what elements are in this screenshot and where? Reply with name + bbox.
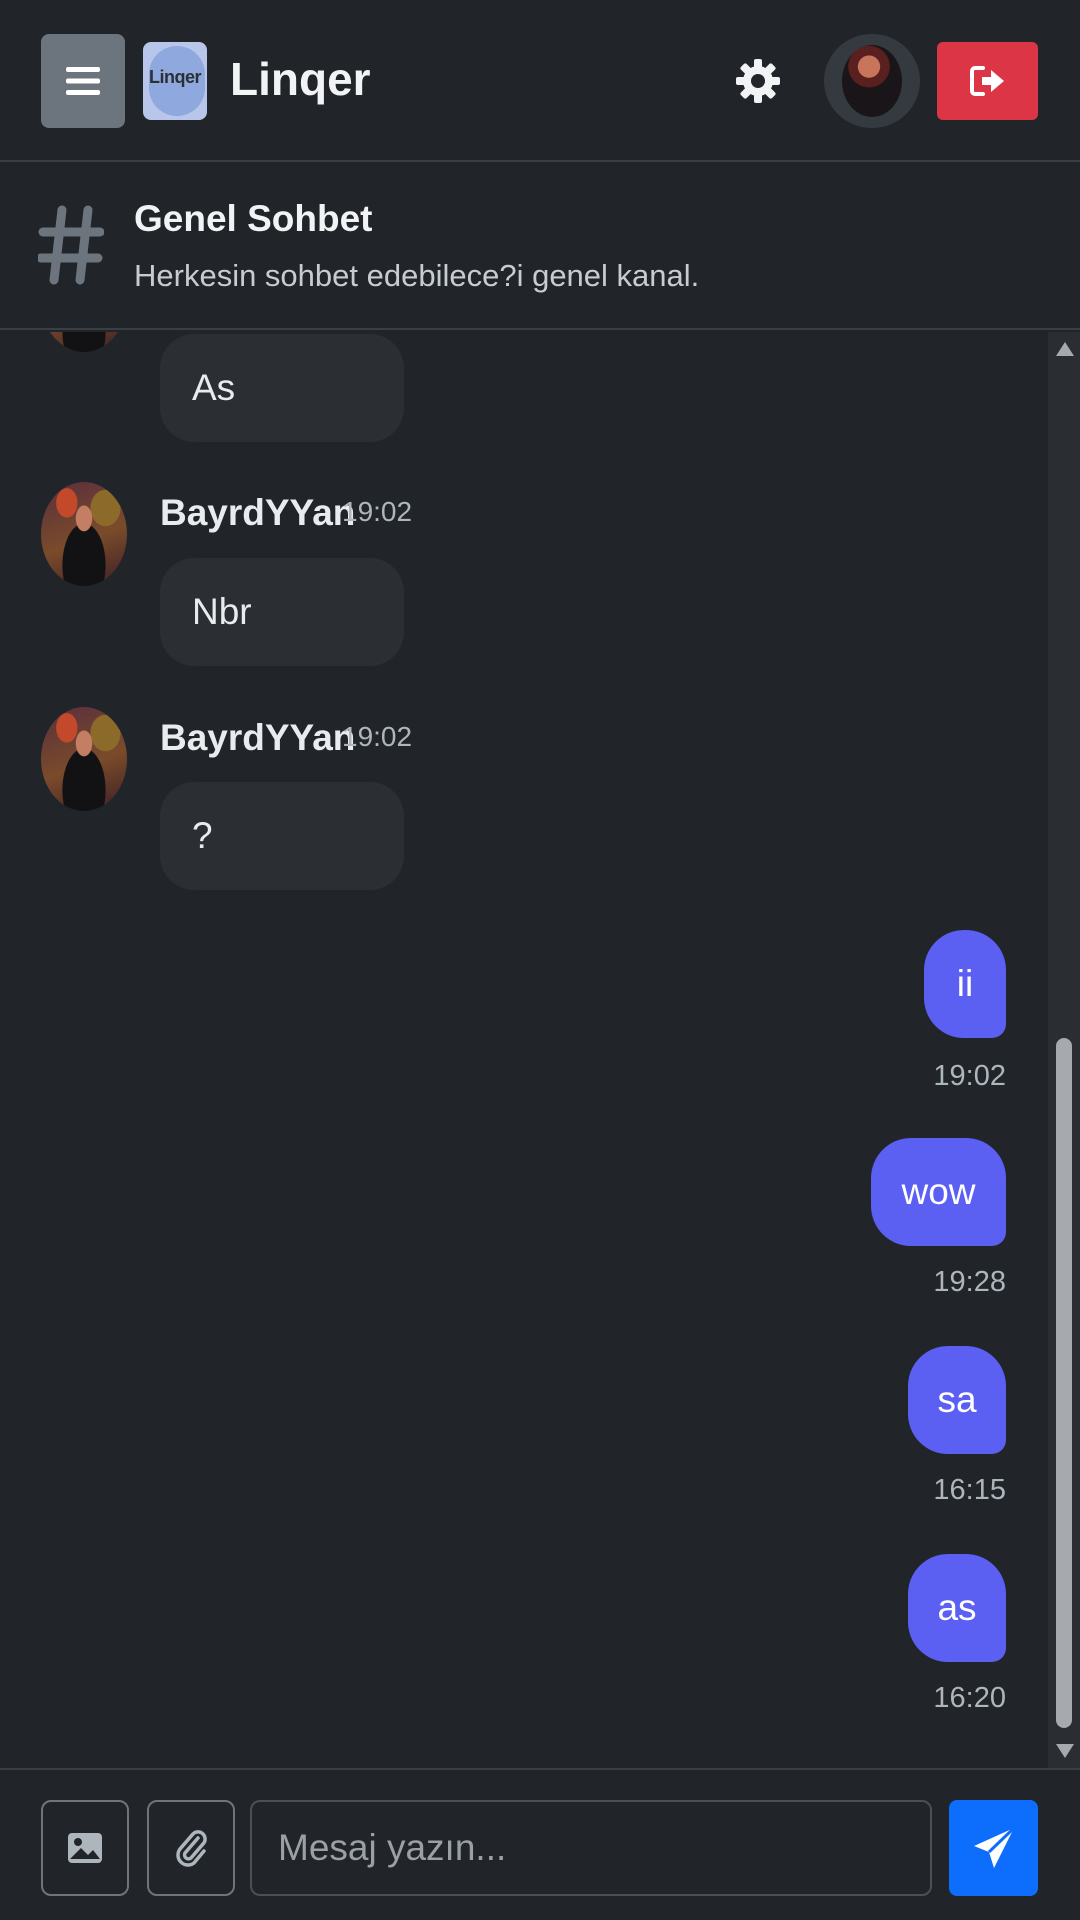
scroll-up-arrow-icon[interactable]: [1056, 342, 1074, 356]
message-bubble: Nbr: [160, 558, 404, 666]
gear-icon: [736, 59, 780, 103]
paperclip-icon: [176, 1830, 207, 1867]
upload-image-button[interactable]: [41, 1800, 129, 1896]
channel-header: Genel Sohbet Herkesin sohbet edebilece?i…: [0, 164, 1080, 330]
message-input[interactable]: [250, 1800, 932, 1896]
scroll-down-arrow-icon[interactable]: [1056, 1744, 1074, 1758]
hamburger-icon: [66, 67, 100, 95]
own-message-time: 16:15: [933, 1474, 1006, 1506]
scrollbar-thumb[interactable]: [1056, 1038, 1072, 1728]
message-username[interactable]: BayrdYYan: [160, 717, 355, 759]
attach-file-button[interactable]: [147, 1800, 235, 1896]
own-message-time: 19:28: [933, 1266, 1006, 1298]
logout-button[interactable]: [937, 42, 1038, 120]
profile-avatar-button[interactable]: [824, 34, 920, 128]
message-time: 19:02: [342, 496, 413, 527]
user-avatar[interactable]: [41, 482, 127, 586]
avatar: [842, 45, 902, 117]
own-message-time: 16:20: [933, 1682, 1006, 1714]
theme-toggle-button[interactable]: [730, 50, 786, 112]
send-icon: [973, 1826, 1015, 1868]
message-time: 19:02: [342, 721, 413, 752]
image-icon: [68, 1833, 102, 1863]
own-message-bubble: wow: [871, 1138, 1006, 1246]
message-composer: [0, 1768, 1080, 1920]
channel-title: Genel Sohbet: [134, 198, 373, 239]
channel-description: Herkesin sohbet edebilece?i genel kanal.: [134, 258, 700, 293]
own-message-time: 19:02: [933, 1060, 1006, 1092]
message-list[interactable]: As BayrdYYan 19:02 Nbr BayrdYYan 19:02 ?…: [0, 332, 1048, 1768]
message-bubble: ?: [160, 782, 404, 890]
menu-button[interactable]: [41, 34, 125, 128]
message-scrollbar[interactable]: [1048, 332, 1080, 1768]
brand-name: Linqer: [230, 53, 371, 105]
own-message-bubble: sa: [908, 1346, 1006, 1454]
hash-icon: [38, 205, 104, 285]
top-navbar: Linqer Linqer: [0, 0, 1080, 162]
user-avatar[interactable]: [41, 707, 127, 811]
logout-icon: [969, 66, 1004, 96]
app-logo: Linqer: [143, 42, 207, 120]
user-avatar[interactable]: [41, 332, 127, 352]
message-bubble: As: [160, 334, 404, 442]
own-message-bubble: as: [908, 1554, 1006, 1662]
message-username[interactable]: BayrdYYan: [160, 492, 355, 534]
logo-text: Linqer: [148, 67, 202, 87]
send-button[interactable]: [949, 1800, 1038, 1896]
own-message-bubble: ii: [924, 930, 1006, 1038]
